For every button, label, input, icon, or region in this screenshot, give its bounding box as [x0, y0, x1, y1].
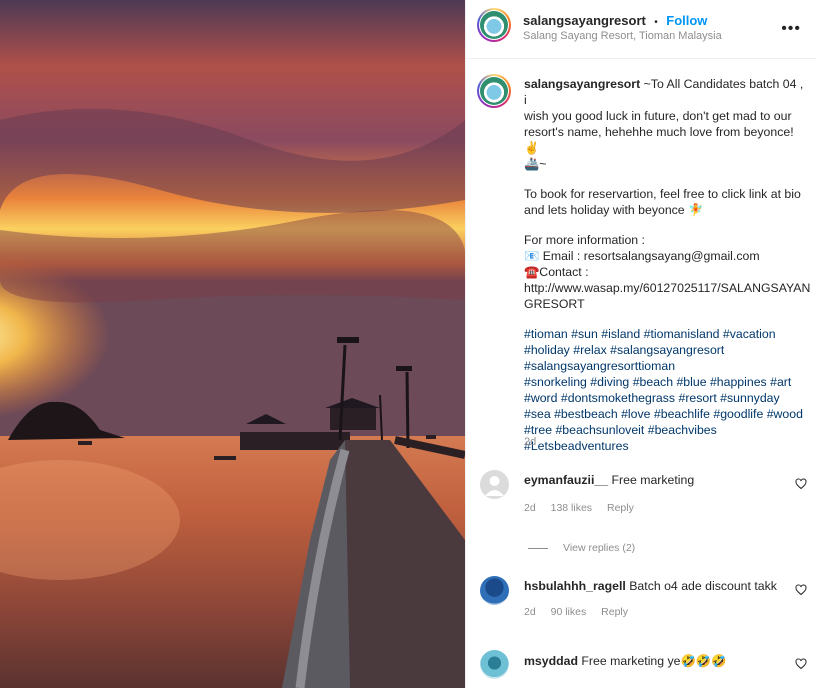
caption-username[interactable]: salangsayangresort — [524, 77, 640, 91]
booking-line: To book for reservartion, feel free to c… — [524, 187, 801, 201]
hashtag-line[interactable]: #holiday #relax #salangsayangresort — [524, 342, 809, 358]
reply-button[interactable]: Reply — [601, 606, 628, 618]
hashtag-line[interactable]: #tree #beachsunloveit #beachvibes — [524, 422, 809, 438]
info-link[interactable]: http://www.wasap.my/60127025117/SALANGSA… — [524, 280, 810, 296]
hashtag-line[interactable]: #word #dontsmokethegrass #resort #sunnyd… — [524, 390, 809, 406]
caption-time[interactable]: 2d — [524, 436, 536, 448]
post-header: salangsayangresort • Follow Salang Sayan… — [466, 0, 816, 59]
comment-item: eymanfauzii__ Free marketing 2d 138 like… — [466, 466, 816, 556]
heart-icon[interactable] — [795, 584, 807, 596]
reply-button[interactable]: Reply — [607, 502, 634, 514]
booking-line: and lets holiday with beyonce 🧚 — [524, 203, 704, 217]
post-details-panel: salangsayangresort • Follow Salang Sayan… — [465, 0, 816, 688]
follow-button[interactable]: Follow — [666, 13, 707, 28]
comment-text: Free marketing ye🤣🤣🤣 — [581, 654, 727, 668]
hashtag-line[interactable]: #snorkeling #diving #beach #blue #happin… — [524, 374, 809, 390]
post-caption: salangsayangresort ~To All Candidates ba… — [524, 76, 810, 468]
sunset-pier-image — [0, 0, 465, 688]
comment-text: Free marketing — [611, 473, 695, 487]
caption-line: wish you good luck in future, don't get … — [524, 109, 792, 123]
info-link[interactable]: GRESORT — [524, 296, 809, 312]
comment-username[interactable]: eymanfauzii__ — [524, 473, 608, 487]
profile-avatar[interactable] — [477, 8, 511, 42]
commenter-avatar[interactable] — [480, 576, 509, 605]
post-photo[interactable] — [0, 0, 465, 688]
view-replies-button[interactable]: View replies (2) — [563, 542, 635, 554]
replies-divider — [528, 548, 548, 549]
caption-line: resort's name, hehehhe much love from be… — [524, 125, 794, 155]
info-line: 📧 Email : resortsalangsayang@gmail.com — [524, 249, 760, 263]
header-separator: • — [654, 17, 658, 28]
caption-avatar[interactable] — [477, 74, 511, 108]
comment-likes[interactable]: 138 likes — [551, 502, 592, 514]
header-username[interactable]: salangsayangresort — [523, 13, 646, 28]
comment-item: hsbulahhh_ragell Batch o4 ade discount t… — [466, 574, 816, 634]
more-dots-icon[interactable]: ••• — [781, 20, 801, 38]
comment-time[interactable]: 2d — [524, 502, 536, 514]
heart-icon[interactable] — [795, 658, 807, 670]
hashtag-line[interactable]: #salangsayangresorttioman — [524, 358, 809, 374]
comment-username[interactable]: msyddad — [524, 654, 578, 668]
comment-likes[interactable]: 90 likes — [551, 606, 587, 618]
info-line: ☎️Contact : — [524, 265, 589, 279]
hashtag-line[interactable]: #sea #bestbeach #love #beachlife #goodli… — [524, 406, 809, 422]
comment-username[interactable]: hsbulahhh_ragell — [524, 579, 626, 593]
hashtag-line[interactable]: #tioman #sun #island #tiomanisland #vaca… — [524, 326, 809, 342]
hashtag-line[interactable]: #Letsbeadventures — [524, 438, 809, 454]
info-line: For more information : — [524, 233, 645, 247]
caption-line: 🚢~ — [524, 157, 547, 171]
hashtags: #tioman #sun #island #tiomanisland #vaca… — [524, 326, 809, 454]
default-avatar-icon[interactable] — [480, 470, 509, 499]
comment-time[interactable]: 2d — [524, 606, 536, 618]
comment-text: Batch o4 ade discount takk — [629, 579, 777, 593]
commenter-avatar[interactable] — [480, 650, 509, 679]
heart-icon[interactable] — [795, 478, 807, 490]
comment-item: msyddad Free marketing ye🤣🤣🤣 — [466, 650, 816, 688]
location-link[interactable]: Salang Sayang Resort, Tioman Malaysia — [523, 30, 722, 42]
